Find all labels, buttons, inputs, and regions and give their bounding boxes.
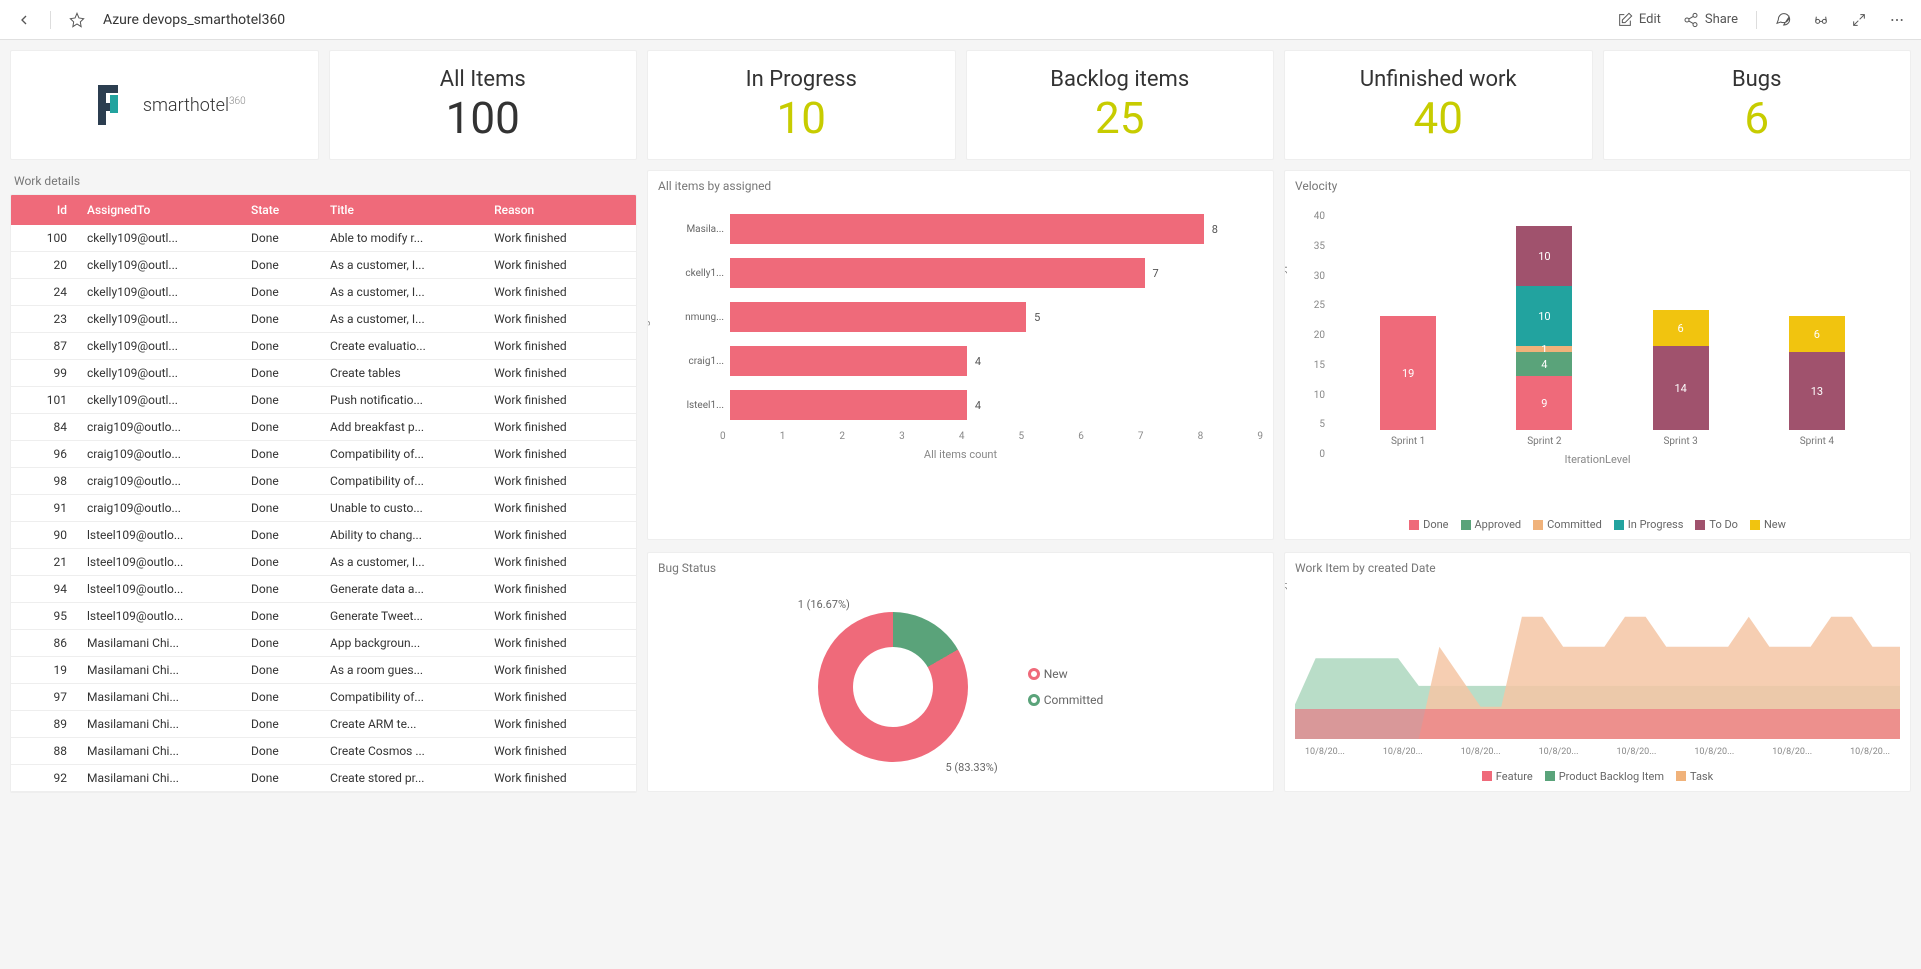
velocity-chart[interactable]: 4035302520151050 WorkItemType 19Sprint 1… [1285,201,1910,510]
top-toolbar: Azure devops_smarthotel360 Edit Share [0,0,1921,40]
work-details-table-card: IdAssignedToStateTitleReason 100ckelly10… [10,194,637,793]
work-details-panel: Work details IdAssignedToStateTitleReaso… [10,170,637,793]
x-axis-label: All items count [658,442,1263,461]
table-row[interactable]: 89Masilamani Chi...DoneCreate ARM te...W… [11,711,636,738]
x-axis-label: IterationLevel [1295,447,1900,466]
kpi-label: All Items [440,67,526,92]
kpi-unfinished[interactable]: Unfinished work 40 [1284,50,1593,160]
star-button[interactable] [65,8,89,32]
glasses-icon[interactable] [1809,8,1833,32]
dashboard-grid: smarthotel360 All Items 100 In Progress … [0,40,1921,803]
y-axis-label: WorkItemType [1285,583,1288,644]
table-row[interactable]: 91craig109@outlo...DoneUnable to custo..… [11,495,636,522]
donut-icon [818,612,968,762]
panel-title: Work Item by created Date [1285,553,1910,583]
edit-button[interactable]: Edit [1613,8,1665,32]
table-row[interactable]: 101ckelly109@outl...DonePush notificatio… [11,387,636,414]
kpi-value: 40 [1414,92,1463,144]
kpi-backlog[interactable]: Backlog items 25 [966,50,1275,160]
workitem-area-chart[interactable]: WorkItemType 10/8/20...10/8/20...10/8/20… [1285,583,1910,762]
x-axis-ticks: 10/8/20...10/8/20...10/8/20...10/8/20...… [1295,743,1900,757]
comment-button[interactable] [1771,8,1795,32]
bug-donut-chart[interactable]: 1 (16.67%) 5 (83.33%) NewCommitted [648,583,1273,791]
workitem-date-panel: Work Item by created Date WorkItemType 1… [1284,552,1911,792]
table-row[interactable]: 19Masilamani Chi...DoneAs a room gues...… [11,657,636,684]
panel-title: Bug Status [648,553,1273,583]
kpi-label: Bugs [1732,67,1782,92]
slice-label: 1 (16.67%) [798,598,850,611]
kpi-label: In Progress [746,67,857,92]
toolbar-left: Azure devops_smarthotel360 [12,8,285,32]
bug-status-panel: Bug Status 1 (16.67%) 5 (83.33%) NewComm… [647,552,1274,792]
table-row[interactable]: 99ckelly109@outl...DoneCreate tablesWork… [11,360,636,387]
share-button[interactable]: Share [1679,8,1742,32]
table-row[interactable]: 96craig109@outlo...DoneCompatibility of.… [11,441,636,468]
table-row[interactable]: 23ckelly109@outl...DoneAs a customer, I.… [11,306,636,333]
separator [50,11,51,29]
kpi-in-progress[interactable]: In Progress 10 [647,50,956,160]
bug-legend: NewCommitted [1028,667,1104,707]
table-row[interactable]: 20ckelly109@outl...DoneAs a customer, I.… [11,252,636,279]
y-axis-label: AssignedTo [648,290,651,348]
y-axis-ticks: 4035302520151050 [1295,211,1325,460]
slice-label: 5 (83.33%) [945,761,997,774]
page-title: Azure devops_smarthotel360 [103,12,285,28]
workitem-legend: FeatureProduct Backlog ItemTask [1285,762,1910,791]
more-button[interactable] [1885,8,1909,32]
panel-title: All items by assigned [648,171,1273,201]
kpi-label: Unfinished work [1360,67,1517,92]
kpi-all-items[interactable]: All Items 100 [329,50,638,160]
smarthotel-logo-icon [83,80,133,130]
kpi-value: 6 [1744,92,1769,144]
table-row[interactable]: 88Masilamani Chi...DoneCreate Cosmos ...… [11,738,636,765]
table-row[interactable]: 21lsteel109@outlo...DoneAs a customer, I… [11,549,636,576]
kpi-label: Backlog items [1050,67,1189,92]
kpi-bugs[interactable]: Bugs 6 [1603,50,1912,160]
panel-title: Work details [10,170,637,194]
table-row[interactable]: 98craig109@outlo...DoneCompatibility of.… [11,468,636,495]
kpi-value: 10 [777,92,826,144]
table-row[interactable]: 94lsteel109@outlo...DoneGenerate data a.… [11,576,636,603]
logo-card: smarthotel360 [10,50,319,160]
table-row[interactable]: 95lsteel109@outlo...DoneGenerate Tweet..… [11,603,636,630]
logo-text: smarthotel360 [143,95,246,116]
assigned-panel: All items by assigned AssignedTo Masila.… [647,170,1274,540]
table-row[interactable]: 24ckelly109@outl...DoneAs a customer, I.… [11,279,636,306]
toolbar-right: Edit Share [1613,8,1909,32]
assigned-chart[interactable]: AssignedTo Masila...8ckelly1...7nmung...… [648,201,1273,539]
x-axis-ticks: 0123456789 [658,427,1263,442]
table-row[interactable]: 84craig109@outlo...DoneAdd breakfast p..… [11,414,636,441]
panel-title: Velocity [1285,171,1910,201]
velocity-panel: Velocity 4035302520151050 WorkItemType 1… [1284,170,1911,540]
work-details-table[interactable]: IdAssignedToStateTitleReason 100ckelly10… [11,195,636,792]
table-row[interactable]: 92Masilamani Chi...DoneCreate stored pr.… [11,765,636,792]
kpi-value: 25 [1095,92,1144,144]
table-row[interactable]: 86Masilamani Chi...DoneApp backgroun...W… [11,630,636,657]
back-button[interactable] [12,8,36,32]
expand-button[interactable] [1847,8,1871,32]
velocity-legend: DoneApprovedCommittedIn ProgressTo DoNew [1285,510,1910,539]
table-row[interactable]: 100ckelly109@outl...DoneAble to modify r… [11,225,636,252]
table-row[interactable]: 87ckelly109@outl...DoneCreate evaluatio.… [11,333,636,360]
x-axis-label: CreatedDate [1295,757,1900,762]
separator [1756,11,1757,29]
y-axis-label: WorkItemType [1285,256,1288,327]
table-row[interactable]: 90lsteel109@outlo...DoneAbility to chang… [11,522,636,549]
area-chart-svg [1295,589,1900,739]
kpi-value: 100 [446,92,520,144]
table-row[interactable]: 97Masilamani Chi...DoneCompatibility of.… [11,684,636,711]
